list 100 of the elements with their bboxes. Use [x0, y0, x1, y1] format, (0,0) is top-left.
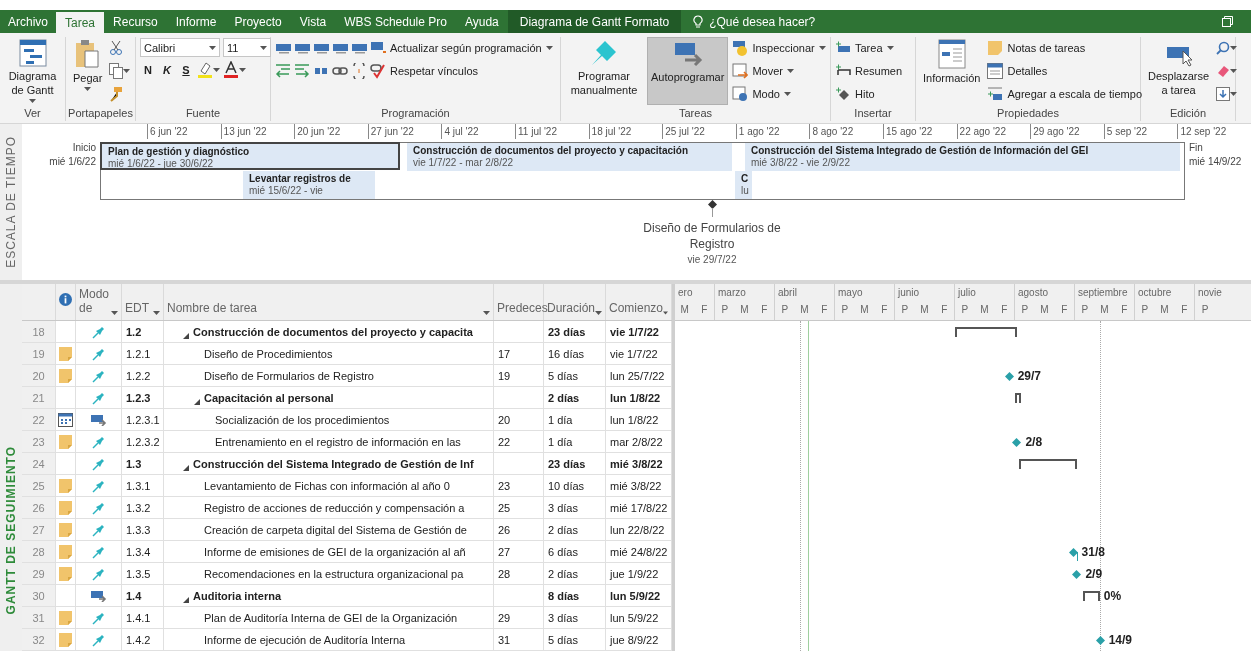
percent-complete-icon[interactable]: [275, 42, 291, 54]
row-number: 25: [22, 475, 56, 496]
auto-schedule-icon: [90, 589, 107, 602]
percent-complete-icon[interactable]: [351, 42, 367, 54]
respect-links-button[interactable]: Respetar vínculos: [370, 61, 479, 81]
ribbon-tab[interactable]: Recurso: [104, 10, 167, 33]
property-command-button[interactable]: Agregar a escala de tiempo: [987, 84, 1142, 104]
tell-me-field[interactable]: ¿Qué desea hacer?: [707, 10, 852, 33]
duration-cell: 16 días: [544, 343, 606, 364]
file-tab[interactable]: Archivo: [0, 10, 56, 33]
month-label: ero: [677, 286, 694, 300]
start-date-cell: vie 1/7/22: [606, 343, 672, 364]
copy-icon[interactable]: [109, 63, 124, 79]
task-command-button[interactable]: Mover: [732, 61, 826, 81]
start-date-cell: jue 1/9/22: [606, 563, 672, 584]
timeline-side-label: ESCALA DE TIEMPO: [4, 136, 18, 268]
unlink-icon[interactable]: [351, 63, 367, 79]
start-date-cell: lun 1/8/22: [606, 409, 672, 430]
auto-schedule-icon: [90, 413, 107, 426]
wbs-cell: 1.3.1: [122, 475, 164, 496]
scroll-to-task-button[interactable]: Desplazarse a tarea: [1145, 37, 1213, 105]
font-family-field[interactable]: Calibri: [140, 38, 220, 57]
ribbon-tab[interactable]: Proyecto: [225, 10, 291, 33]
collapse-triangle-icon[interactable]: [194, 399, 200, 405]
pushpin-icon: [590, 39, 618, 67]
font-color-icon[interactable]: [223, 61, 239, 79]
ribbon-tab[interactable]: Vista: [290, 10, 336, 33]
start-date-cell: jue 8/9/22: [606, 629, 672, 650]
predecessor-cell: 22: [494, 431, 544, 452]
search-icon[interactable]: [1216, 41, 1231, 55]
timeline-bar[interactable]: C lu: [735, 171, 752, 199]
bar-dates: lu: [741, 185, 746, 197]
group-label: Fuente: [185, 107, 221, 121]
bar-title: Construcción de documentos del proyecto y capacitación: [413, 145, 690, 157]
scissors-icon[interactable]: [109, 40, 124, 56]
italic-button[interactable]: K: [159, 60, 175, 80]
font-size-field[interactable]: 11: [223, 38, 271, 57]
caret-icon: [260, 45, 267, 50]
percent-complete-icon[interactable]: [294, 42, 310, 54]
insert-command-button[interactable]: Tarea: [835, 38, 903, 58]
bar-label: 0%: [1103, 589, 1122, 603]
caret-icon: [545, 46, 553, 50]
timeline-bar[interactable]: Levantar registros de mié 15/6/22 - vie: [243, 171, 375, 199]
period-label: P: [840, 303, 850, 317]
ribbon-tab[interactable]: Ayuda: [455, 10, 508, 33]
restore-window-icon[interactable]: [1222, 16, 1233, 27]
clipboard-icon: [74, 39, 101, 69]
information-button[interactable]: Información: [920, 37, 984, 105]
caret-icon: [84, 87, 92, 91]
ribbon-tab[interactable]: WBS Schedule Pro: [335, 10, 456, 33]
schedule-mode-button[interactable]: Programar manualmente: [565, 37, 643, 105]
format-painter-icon[interactable]: [109, 86, 124, 102]
task-command-button[interactable]: Inspeccionar: [732, 38, 826, 58]
property-command-button[interactable]: Detalles: [987, 61, 1142, 81]
ribbon-tab[interactable]: Informe: [166, 10, 226, 33]
update-schedule-button[interactable]: Actualizar según programación: [370, 38, 553, 58]
group-label: Portapapeles: [68, 107, 133, 121]
indent-icon[interactable]: [294, 63, 310, 79]
pushpin-icon: [91, 478, 106, 493]
note-icon: [59, 434, 72, 449]
property-command-button[interactable]: Notas de tareas: [987, 38, 1142, 58]
bold-button[interactable]: N: [140, 60, 156, 80]
fill-down-icon[interactable]: [1216, 87, 1231, 101]
duration-cell: 10 días: [544, 475, 606, 496]
eraser-icon[interactable]: [1216, 64, 1231, 78]
outdent-icon[interactable]: [275, 63, 291, 79]
bar-dates: vie 1/7/22 - mar 2/8/22: [413, 157, 515, 169]
collapse-triangle-icon[interactable]: [183, 597, 189, 603]
timeline-bar[interactable]: Construcción del Sistema Integrado de Gestión de Información del GEI mié 3/8/22 - vie 2/9/22: [745, 143, 1180, 171]
percent-complete-icon[interactable]: [332, 42, 348, 54]
column-header[interactable]: Nombre de tarea: [164, 284, 494, 320]
task-command-button[interactable]: Modo: [732, 84, 826, 104]
insert-command-button[interactable]: Resumen: [835, 61, 903, 81]
paste-button[interactable]: Pegar: [70, 37, 106, 105]
ribbon-tab[interactable]: Diagrama de Gantt Formato: [507, 10, 682, 33]
duration-cell: 3 días: [544, 497, 606, 518]
collapse-triangle-icon[interactable]: [183, 465, 189, 471]
highlighter-icon[interactable]: [197, 61, 213, 79]
column-header[interactable]: Comienzo: [606, 284, 672, 320]
gantt-chart-button[interactable]: Diagrama de Gantt: [4, 37, 61, 105]
task-insert-icon: [835, 41, 851, 55]
wbs-cell: 1.4: [122, 585, 164, 606]
wbs-cell: 1.4.2: [122, 629, 164, 650]
percent-complete-icon[interactable]: [313, 42, 329, 54]
timescale-tick: 1 ago '22: [735, 124, 780, 139]
note-icon: [59, 632, 72, 647]
ribbon-tab[interactable]: Tarea: [56, 12, 105, 33]
task-name-cell: Registro de acciones de reducción y compensación a: [164, 497, 494, 518]
period-label: M: [679, 303, 690, 317]
column-header[interactable]: Modo de: [76, 284, 122, 320]
period-label: P: [1080, 303, 1090, 317]
schedule-mode-button[interactable]: Autoprogramar: [647, 37, 729, 105]
underline-button[interactable]: S: [178, 60, 194, 80]
insert-command-button[interactable]: Hito: [835, 84, 903, 104]
timeline-bar[interactable]: Construcción de documentos del proyecto y capacitación vie 1/7/22 - mar 2/8/22: [407, 143, 732, 171]
duration-cell: 6 días: [544, 541, 606, 562]
column-header[interactable]: EDT: [122, 284, 164, 320]
collapse-triangle-icon[interactable]: [183, 333, 189, 339]
pushpin-icon: [91, 500, 106, 515]
start-date-cell: lun 25/7/22: [606, 365, 672, 386]
